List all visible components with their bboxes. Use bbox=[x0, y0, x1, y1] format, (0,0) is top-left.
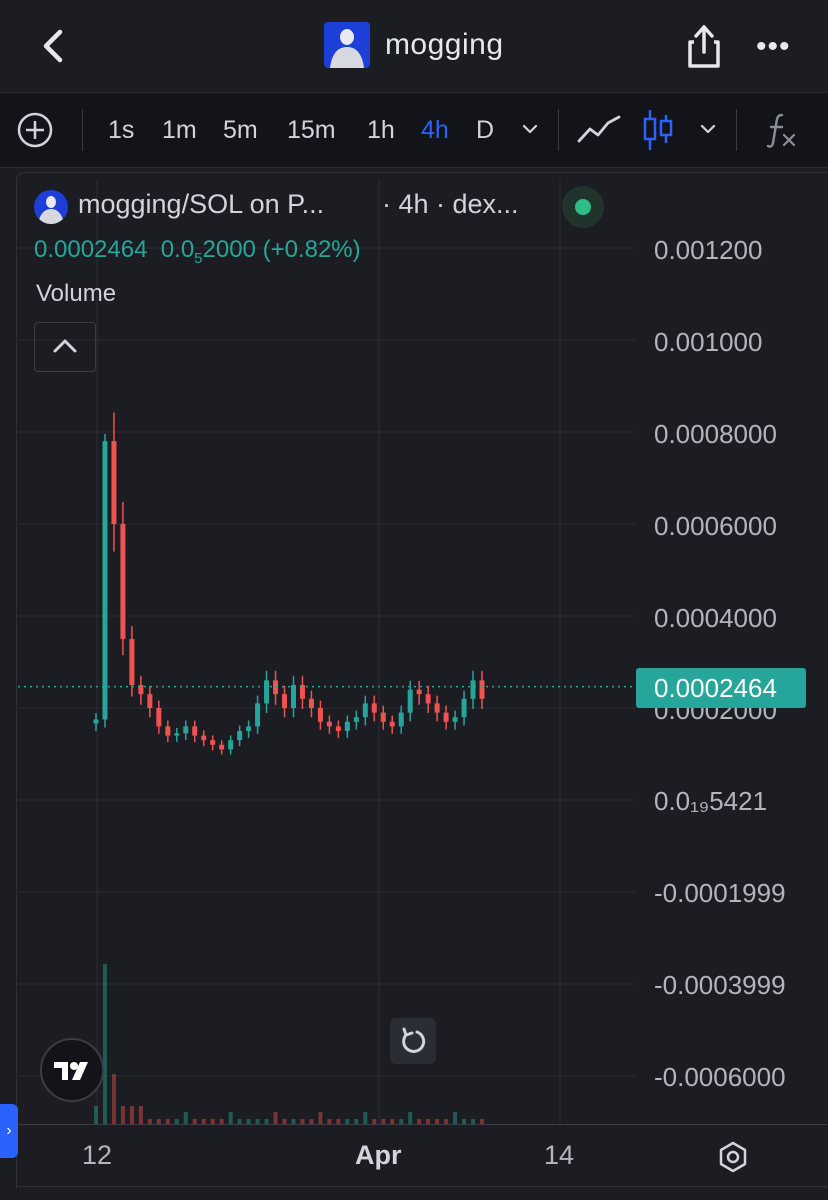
candle-body bbox=[371, 703, 377, 713]
candle-body bbox=[165, 726, 171, 736]
settings-hexagon-icon[interactable] bbox=[716, 1140, 750, 1174]
candle-body bbox=[398, 712, 404, 727]
price-scale-label: -0.0001999 bbox=[654, 878, 786, 908]
ohlc-last-price: 0.0002464 bbox=[34, 236, 148, 263]
candle-body bbox=[147, 694, 153, 708]
volume-bar bbox=[129, 1106, 134, 1124]
tradingview-logo[interactable] bbox=[40, 1038, 104, 1102]
candle-body bbox=[246, 726, 252, 731]
candle-body bbox=[308, 698, 314, 708]
candle-body bbox=[282, 694, 288, 708]
chevron-up-icon bbox=[53, 339, 77, 353]
volume-bar bbox=[318, 1112, 323, 1124]
market-status-badge[interactable] bbox=[562, 186, 604, 228]
candle-body bbox=[228, 740, 234, 750]
tradingview-logo-icon bbox=[54, 1062, 88, 1080]
candle-body bbox=[407, 689, 413, 713]
candle-body bbox=[425, 694, 431, 704]
ohlc-change-subscript: 5 bbox=[194, 249, 203, 267]
volume-bar bbox=[111, 1074, 116, 1124]
ohlc-change-rest: 2000 (+0.82%) bbox=[202, 236, 361, 263]
candle-body bbox=[389, 721, 395, 727]
price-scale-label: 0.001200 bbox=[654, 235, 763, 265]
candle-body bbox=[255, 703, 261, 727]
volume-label: Volume bbox=[36, 280, 117, 307]
last-price-tag: 0.0002464 bbox=[636, 668, 806, 708]
candle-body bbox=[102, 441, 108, 720]
price-scale-label: -0.0006000 bbox=[654, 1062, 786, 1092]
reset-icon bbox=[402, 1027, 426, 1053]
candle-body bbox=[290, 685, 296, 708]
candle-body bbox=[237, 731, 243, 741]
volume-bar bbox=[183, 1112, 188, 1124]
price-scale-label: 0.001000 bbox=[654, 327, 763, 357]
candle-body bbox=[120, 524, 126, 639]
candle-body bbox=[219, 744, 225, 750]
price-scale-label: 0.0004000 bbox=[654, 603, 777, 633]
price-scale-label: 0.0₁₉5421 bbox=[654, 786, 768, 816]
candle-body bbox=[452, 717, 458, 722]
candle-body bbox=[183, 726, 189, 734]
candle-body bbox=[443, 712, 449, 722]
ohlc-values: 0.0002464 0.052000 (+0.82%) bbox=[34, 236, 361, 267]
candle-body bbox=[380, 712, 386, 722]
candle-body bbox=[326, 721, 332, 727]
candle-body bbox=[434, 703, 440, 713]
candle-body bbox=[317, 708, 323, 722]
price-scale-label: -0.0003999 bbox=[654, 970, 786, 1000]
candle-body bbox=[201, 735, 207, 741]
ohlc-change-prefix: 0.0 bbox=[160, 236, 195, 263]
time-axis-label: Apr bbox=[355, 1140, 402, 1170]
market-status-dot bbox=[575, 199, 591, 215]
collapse-legend-button[interactable] bbox=[34, 322, 96, 372]
reset-chart-button[interactable] bbox=[390, 1018, 436, 1064]
volume-bar bbox=[273, 1112, 278, 1124]
bottom-divider bbox=[18, 1186, 828, 1187]
side-panel-tab[interactable]: › bbox=[0, 1104, 18, 1158]
volume-bar bbox=[94, 1106, 98, 1124]
candle-body bbox=[111, 441, 117, 524]
volume-bar bbox=[453, 1112, 458, 1124]
candle-body bbox=[93, 719, 99, 724]
candle-body bbox=[264, 680, 270, 704]
candle-body bbox=[470, 680, 476, 699]
candle-body bbox=[362, 703, 368, 718]
volume-bar bbox=[138, 1106, 143, 1124]
candle-body bbox=[479, 680, 485, 699]
candle-body bbox=[461, 698, 467, 718]
volume-bar bbox=[228, 1112, 233, 1124]
price-scale-label: 0.0008000 bbox=[654, 419, 777, 449]
time-axis-label: 12 bbox=[82, 1140, 113, 1170]
symbol-meta: · 4h · dex... bbox=[382, 189, 519, 219]
candle-body bbox=[416, 689, 422, 695]
volume-bar bbox=[363, 1112, 368, 1124]
volume-bar bbox=[120, 1106, 125, 1124]
time-axis-label: 14 bbox=[544, 1140, 575, 1170]
volume-bar bbox=[102, 964, 107, 1124]
candle-body bbox=[192, 726, 198, 736]
candle-body bbox=[129, 639, 135, 685]
candle-body bbox=[210, 740, 216, 745]
time-axis-divider bbox=[18, 1124, 828, 1125]
volume-bar bbox=[408, 1112, 413, 1124]
price-scale-label: 0.0006000 bbox=[654, 511, 777, 541]
symbol-name[interactable]: mogging/SOL on P... bbox=[78, 189, 324, 220]
candle-body bbox=[353, 717, 359, 722]
candle-body bbox=[344, 721, 350, 731]
symbol-avatar bbox=[34, 190, 68, 224]
candle-body bbox=[156, 708, 162, 727]
candle-body bbox=[335, 726, 341, 731]
candle-body bbox=[174, 733, 180, 736]
